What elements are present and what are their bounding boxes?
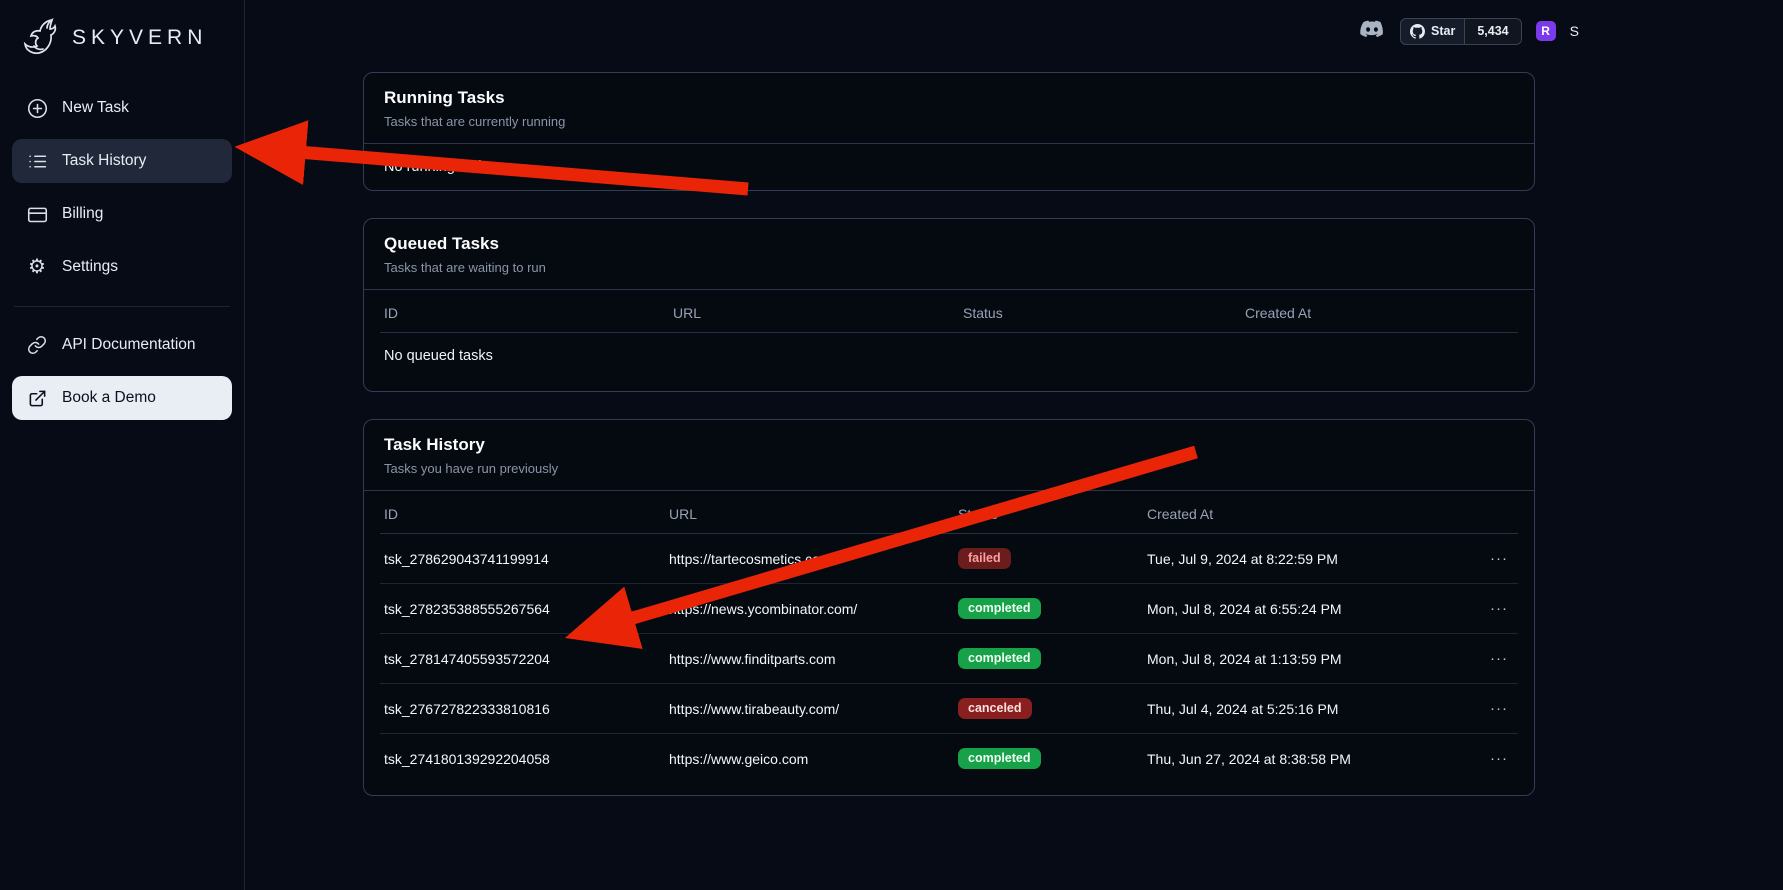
- table-header-row: ID URL Status Created At: [380, 294, 1518, 333]
- column-header-created-at: Created At: [1241, 294, 1518, 332]
- card-title: Running Tasks: [384, 88, 1514, 108]
- column-header-status: Status: [959, 294, 1241, 332]
- github-star-label: Star: [1431, 24, 1455, 38]
- topbar: Star 5,434 R S: [1358, 15, 1579, 47]
- status-badge: completed: [958, 648, 1041, 669]
- task-url: https://www.finditparts.com: [665, 637, 954, 681]
- main-content: Running Tasks Tasks that are currently r…: [245, 0, 1783, 796]
- row-actions-button[interactable]: ···: [1484, 598, 1514, 619]
- sidebar-item-billing[interactable]: Billing: [12, 192, 232, 236]
- status-badge: canceled: [958, 698, 1032, 719]
- sidebar-item-label: Book a Demo: [62, 389, 156, 407]
- sidebar-item-label: Task History: [62, 152, 146, 170]
- table-row[interactable]: tsk_278147405593572204 https://www.findi…: [380, 634, 1518, 684]
- task-history-card: Task History Tasks you have run previous…: [363, 419, 1535, 796]
- column-header-actions: [1474, 495, 1518, 533]
- column-header-id: ID: [380, 495, 665, 533]
- task-url: https://news.ycombinator.com/: [665, 587, 954, 631]
- github-star-button[interactable]: Star 5,434: [1400, 18, 1522, 45]
- sidebar-item-label: Billing: [62, 205, 103, 223]
- card-subtitle: Tasks that are waiting to run: [384, 260, 1514, 275]
- sidebar-item-label: Settings: [62, 258, 118, 276]
- row-actions-button[interactable]: ···: [1484, 698, 1514, 719]
- running-tasks-empty: No running tasks: [364, 144, 1534, 190]
- task-created-at: Tue, Jul 9, 2024 at 8:22:59 PM: [1143, 537, 1474, 581]
- task-url: https://tartecosmetics.com: [665, 537, 954, 581]
- github-icon: [1410, 24, 1425, 39]
- avatar[interactable]: R: [1536, 21, 1556, 41]
- sidebar-nav: New Task Task History Billing ⚙ Settings: [12, 86, 232, 429]
- column-header-created-at: Created At: [1143, 495, 1474, 533]
- sidebar-item-settings[interactable]: ⚙ Settings: [12, 245, 232, 289]
- brand-name: SKYVERN: [72, 26, 207, 50]
- card-title: Queued Tasks: [384, 234, 1514, 254]
- sidebar-item-task-history[interactable]: Task History: [12, 139, 232, 183]
- row-actions-button[interactable]: ···: [1484, 548, 1514, 569]
- table-header-row: ID URL Status Created At: [380, 495, 1518, 534]
- table-row[interactable]: tsk_276727822333810816 https://www.tirab…: [380, 684, 1518, 734]
- sidebar-divider: [14, 306, 230, 307]
- column-header-url: URL: [665, 495, 954, 533]
- sidebar-item-label: API Documentation: [62, 336, 196, 354]
- status-badge: completed: [958, 598, 1041, 619]
- row-actions-button[interactable]: ···: [1484, 748, 1514, 769]
- task-id: tsk_276727822333810816: [380, 687, 665, 731]
- task-id: tsk_278629043741199914: [380, 537, 665, 581]
- credit-card-icon: [26, 203, 48, 225]
- task-created-at: Thu, Jun 27, 2024 at 8:38:58 PM: [1143, 737, 1474, 781]
- table-row[interactable]: tsk_278629043741199914 https://tartecosm…: [380, 534, 1518, 584]
- sidebar-item-book-a-demo[interactable]: Book a Demo: [12, 376, 232, 420]
- task-id: tsk_274180139292204058: [380, 737, 665, 781]
- brand-logo: SKYVERN: [12, 0, 232, 74]
- list-icon: [26, 150, 48, 172]
- skyvern-dragon-icon: [22, 16, 62, 60]
- card-subtitle: Tasks you have run previously: [384, 461, 1514, 476]
- card-title: Task History: [384, 435, 1514, 455]
- column-header-id: ID: [380, 294, 669, 332]
- task-history-header: Task History Tasks you have run previous…: [364, 420, 1534, 491]
- discord-button[interactable]: [1358, 20, 1386, 42]
- task-url: https://www.geico.com: [665, 737, 954, 781]
- plus-circle-icon: [26, 97, 48, 119]
- external-link-icon: [26, 387, 48, 409]
- history-table-body: tsk_278629043741199914 https://tartecosm…: [380, 534, 1518, 783]
- status-badge: completed: [958, 748, 1041, 769]
- task-created-at: Mon, Jul 8, 2024 at 6:55:24 PM: [1143, 587, 1474, 631]
- github-star-count: 5,434: [1464, 19, 1520, 44]
- discord-icon: [1359, 28, 1385, 43]
- sidebar: SKYVERN New Task Task History: [0, 0, 245, 890]
- card-subtitle: Tasks that are currently running: [384, 114, 1514, 129]
- table-row[interactable]: tsk_278235388555267564 https://news.ycom…: [380, 584, 1518, 634]
- gear-icon: ⚙: [26, 256, 48, 278]
- task-created-at: Thu, Jul 4, 2024 at 5:25:16 PM: [1143, 687, 1474, 731]
- table-row[interactable]: tsk_274180139292204058 https://www.geico…: [380, 734, 1518, 783]
- column-header-url: URL: [669, 294, 959, 332]
- sidebar-item-api-documentation[interactable]: API Documentation: [12, 323, 232, 367]
- sidebar-item-new-task[interactable]: New Task: [12, 86, 232, 130]
- queued-tasks-empty: No queued tasks: [380, 333, 1518, 379]
- sidebar-item-label: New Task: [62, 99, 129, 117]
- queued-tasks-table: ID URL Status Created At No queued tasks: [380, 294, 1518, 379]
- row-actions-button[interactable]: ···: [1484, 648, 1514, 669]
- running-tasks-header: Running Tasks Tasks that are currently r…: [364, 73, 1534, 144]
- task-id: tsk_278147405593572204: [380, 637, 665, 681]
- status-badge: failed: [958, 548, 1011, 569]
- column-header-status: Status: [954, 495, 1143, 533]
- task-url: https://www.tirabeauty.com/: [665, 687, 954, 731]
- running-tasks-card: Running Tasks Tasks that are currently r…: [363, 72, 1535, 191]
- username-partial: S: [1570, 23, 1579, 39]
- link-icon: [26, 334, 48, 356]
- task-created-at: Mon, Jul 8, 2024 at 1:13:59 PM: [1143, 637, 1474, 681]
- task-id: tsk_278235388555267564: [380, 587, 665, 631]
- queued-tasks-card: Queued Tasks Tasks that are waiting to r…: [363, 218, 1535, 392]
- task-history-table: ID URL Status Created At tsk_27862904374…: [380, 495, 1518, 783]
- queued-tasks-header: Queued Tasks Tasks that are waiting to r…: [364, 219, 1534, 290]
